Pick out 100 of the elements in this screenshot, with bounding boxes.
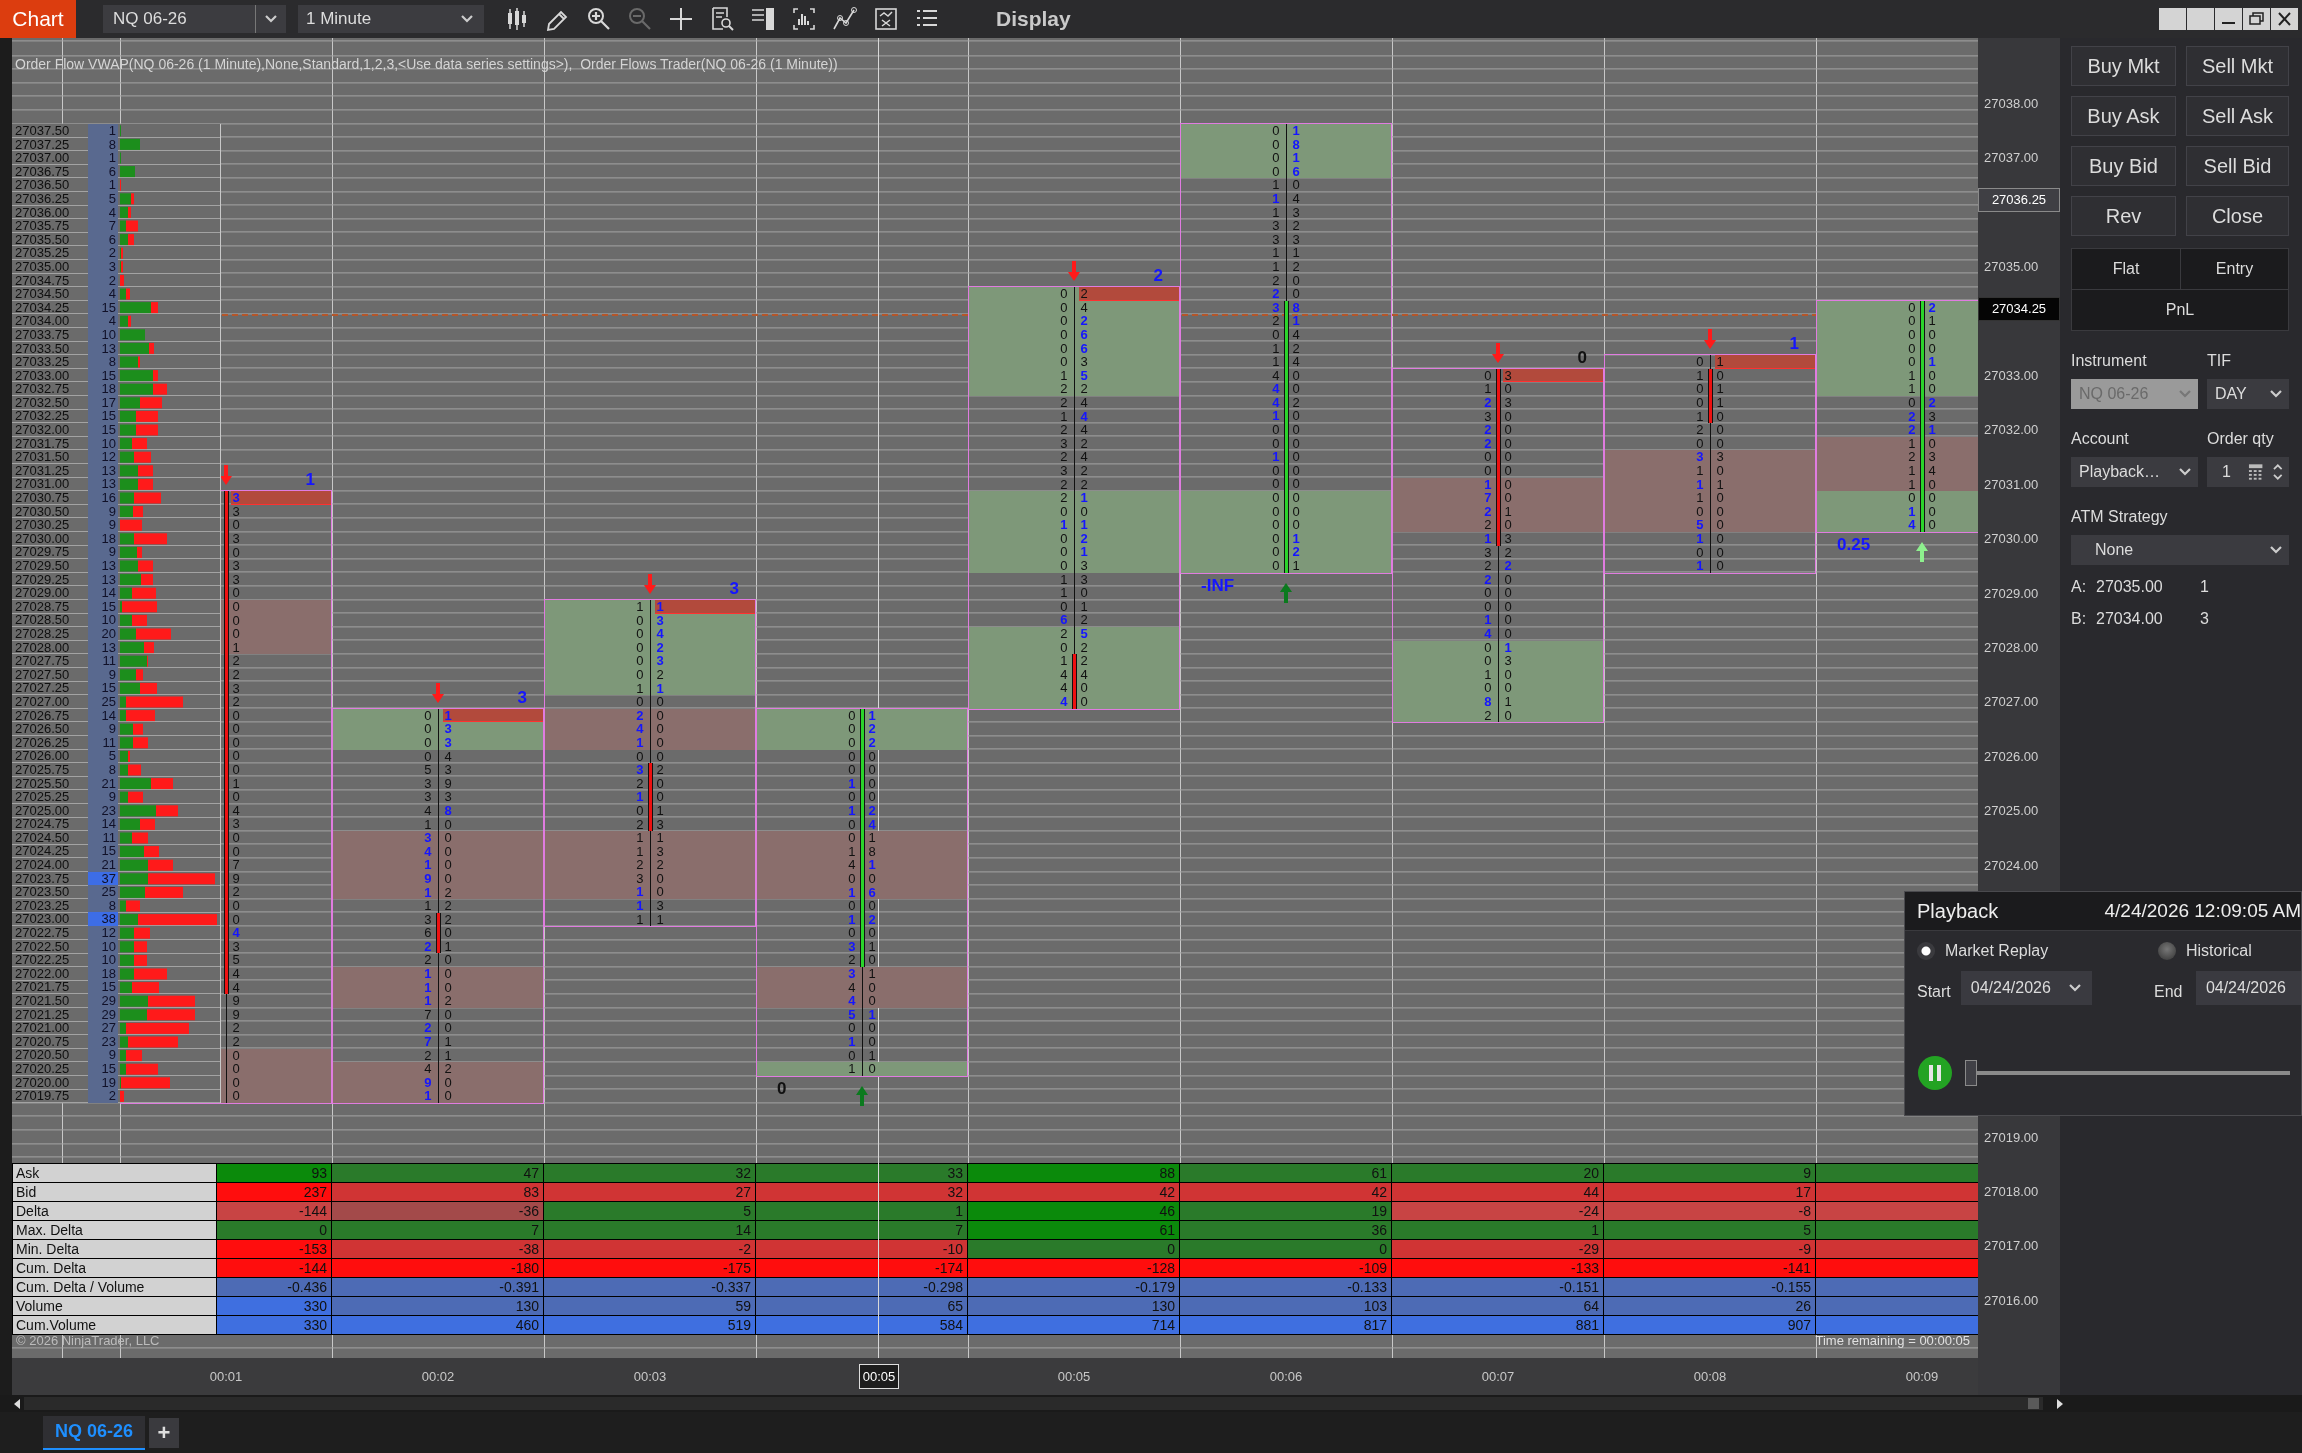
- order-button[interactable]: Close: [2186, 196, 2289, 236]
- bid-volume: 0: [1271, 436, 1281, 451]
- radio-button[interactable]: [2158, 942, 2176, 960]
- ask-volume: 0: [1503, 572, 1513, 587]
- bid-volume: 2: [1483, 423, 1493, 437]
- bid-volume: 7: [1483, 491, 1493, 505]
- add-tab-button[interactable]: +: [149, 1417, 180, 1448]
- order-button[interactable]: Sell Ask: [2186, 96, 2289, 136]
- ask-volume: 3: [231, 681, 241, 696]
- ask-volume: 0: [867, 994, 877, 1008]
- ask-volume: 4: [231, 926, 241, 940]
- chart-menu-button[interactable]: Chart: [0, 0, 76, 38]
- price-level: 27022.00: [14, 966, 71, 981]
- bid-volume: 0: [635, 667, 645, 682]
- close-icon[interactable]: [2271, 8, 2298, 30]
- window-title: Playback: [1917, 899, 1999, 923]
- order-button[interactable]: Sell Mkt: [2186, 46, 2289, 86]
- spin-arrows-icon[interactable]: [2273, 462, 2283, 482]
- tif-select[interactable]: DAY: [2207, 379, 2289, 409]
- bid-volume: 0: [1271, 423, 1281, 437]
- summary-cell: -0.179: [968, 1278, 1180, 1297]
- crosshair-icon[interactable]: [668, 6, 694, 32]
- ask-volume: 2: [1291, 259, 1301, 274]
- order-button[interactable]: Buy Ask: [2071, 96, 2176, 136]
- summary-cell: -109: [1180, 1259, 1392, 1278]
- ask-volume: 1: [1291, 314, 1301, 328]
- volume-cell: 38: [88, 912, 118, 927]
- price-level: 27031.00: [14, 477, 71, 492]
- ask-volume: 8: [1291, 137, 1301, 152]
- summary-cell: 7: [756, 1221, 968, 1240]
- ask-volume: 2: [443, 1062, 453, 1076]
- horizontal-scrollbar[interactable]: [24, 1397, 2043, 1410]
- order-qty-field[interactable]: 1: [2207, 457, 2289, 487]
- ask-volume: 8: [443, 803, 453, 818]
- atm-strategy-select[interactable]: None: [2071, 535, 2289, 565]
- volume-cell: 29: [88, 994, 118, 1008]
- bid-volume: 0: [1907, 328, 1917, 342]
- bid-volume: 4: [635, 722, 645, 736]
- price-level: 27020.00: [14, 1075, 71, 1090]
- restore-icon[interactable]: [2243, 8, 2270, 30]
- ask-volume: 0: [1291, 382, 1301, 396]
- time-label: 00:02: [421, 1369, 455, 1384]
- zoom-in-icon[interactable]: [586, 6, 612, 32]
- interval-dropdown[interactable]: 1 Minute: [298, 5, 484, 33]
- ask-volume: 2: [231, 1034, 241, 1049]
- instrument-label: Instrument: [2071, 352, 2148, 370]
- bid-volume: 0: [1907, 300, 1917, 315]
- price-level: 27025.25: [14, 790, 71, 804]
- chart-tab[interactable]: NQ 06-26: [43, 1415, 146, 1450]
- bid-volume: 1: [1271, 191, 1281, 206]
- document-search-icon[interactable]: [709, 6, 735, 32]
- end-date-select[interactable]: 04/24/2026: [2195, 971, 2301, 1005]
- volume-cell: 14: [88, 586, 118, 600]
- minimize-icon[interactable]: [2215, 8, 2242, 30]
- bid-volume: 0: [1271, 518, 1281, 532]
- ask-volume: 1: [867, 939, 877, 954]
- start-date-select[interactable]: 04/24/2026: [1960, 971, 2093, 1005]
- summary-cell: -0.155: [1604, 1278, 1816, 1297]
- order-button[interactable]: Rev: [2071, 196, 2176, 236]
- time-label: 00:07: [1481, 1369, 1515, 1384]
- bid-volume: 0: [1059, 327, 1069, 342]
- instrument-dropdown[interactable]: NQ 06-26: [103, 5, 286, 33]
- summary-cell: 32: [756, 1183, 968, 1202]
- slider-thumb[interactable]: [1965, 1060, 1977, 1086]
- volume-cell: 9: [88, 545, 118, 559]
- pause-button[interactable]: [1917, 1055, 1953, 1091]
- order-button[interactable]: Sell Bid: [2186, 146, 2289, 186]
- volume-cell: 5: [88, 749, 118, 763]
- volume-cell: 15: [88, 844, 118, 859]
- ask-volume: 0: [1927, 382, 1937, 396]
- quote-price: 27035.00: [2096, 578, 2164, 596]
- scroll-left-icon[interactable]: [12, 1396, 22, 1411]
- bid-volume: 5: [1695, 518, 1705, 532]
- bid-volume: 0: [1059, 287, 1069, 301]
- order-button[interactable]: Buy Bid: [2071, 146, 2176, 186]
- ask-volume: 0: [231, 518, 241, 532]
- radio-button[interactable]: [1917, 942, 1935, 960]
- ask-volume: 1: [442, 708, 543, 723]
- account-select[interactable]: Playback…: [2071, 457, 2198, 487]
- ask-volume: 0: [231, 831, 241, 845]
- scroll-right-icon[interactable]: [2055, 1396, 2065, 1411]
- order-button[interactable]: Buy Mkt: [2071, 46, 2176, 86]
- mode-label[interactable]: Historical: [2186, 942, 2252, 960]
- ask-volume: 2: [1927, 300, 1937, 315]
- bid-volume: 1: [635, 735, 645, 750]
- summary-cell: 93: [217, 1164, 332, 1183]
- ask-volume: 0: [867, 749, 877, 764]
- ask-volume: 2: [1079, 640, 1089, 655]
- calculator-icon[interactable]: [2248, 463, 2264, 481]
- ask-volume: 1: [443, 1048, 453, 1063]
- ask-volume: 3: [443, 763, 453, 777]
- bid-volume: 4: [847, 980, 857, 995]
- mode-label[interactable]: Market Replay: [1945, 942, 2049, 960]
- line-chart-icon[interactable]: [832, 6, 858, 32]
- bid-volume: 0: [847, 899, 857, 913]
- summary-cell: 0: [217, 1221, 332, 1240]
- panel-icon[interactable]: [750, 6, 776, 32]
- bar-chart-icon[interactable]: [791, 6, 817, 32]
- ask-volume: 0: [1291, 409, 1301, 424]
- price-level: 27025.50: [14, 776, 71, 791]
